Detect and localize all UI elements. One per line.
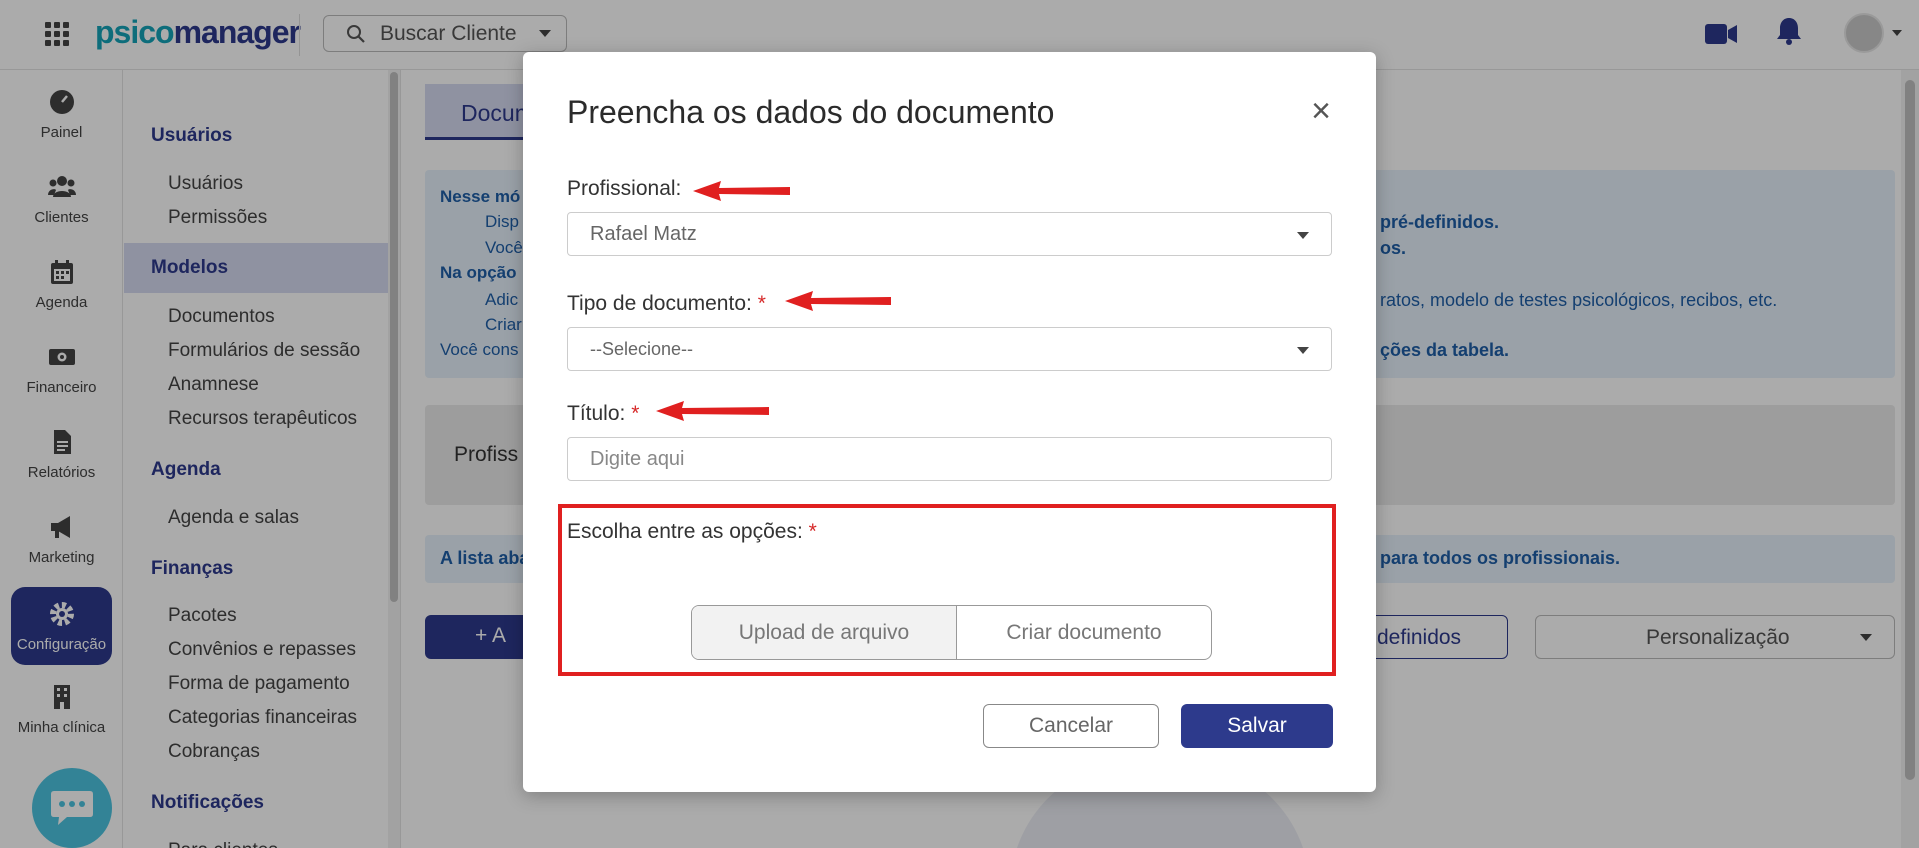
options-label: Escolha entre as opções: * — [567, 520, 817, 543]
chevron-down-icon — [1297, 232, 1309, 239]
required-marker: * — [808, 520, 817, 543]
doc-type-value: --Selecione-- — [590, 339, 694, 359]
create-document-option[interactable]: Criar documento — [957, 606, 1211, 659]
doc-type-label: Tipo de documento: * — [567, 292, 766, 315]
title-label: Título: * — [567, 402, 640, 425]
title-input[interactable] — [567, 437, 1332, 481]
required-marker: * — [757, 292, 766, 315]
upload-file-option[interactable]: Upload de arquivo — [692, 606, 957, 659]
professional-select[interactable]: Rafael Matz — [567, 212, 1332, 256]
required-marker: * — [631, 402, 640, 425]
close-icon[interactable]: × — [1307, 94, 1335, 128]
annotation-arrow-icon — [785, 291, 891, 311]
professional-value: Rafael Matz — [590, 223, 697, 245]
dialog-title: Preencha os dados do documento — [567, 94, 1055, 130]
professional-label: Profissional: — [567, 177, 682, 200]
document-source-toggle: Upload de arquivo Criar documento — [691, 605, 1212, 660]
annotation-arrow-icon — [656, 401, 769, 421]
document-dialog: Preencha os dados do documento × Profiss… — [523, 52, 1376, 792]
save-button[interactable]: Salvar — [1181, 704, 1333, 748]
doc-type-select[interactable]: --Selecione-- — [567, 327, 1332, 371]
cancel-button[interactable]: Cancelar — [983, 704, 1159, 748]
annotation-arrow-icon — [693, 181, 790, 201]
chevron-down-icon — [1297, 347, 1309, 354]
